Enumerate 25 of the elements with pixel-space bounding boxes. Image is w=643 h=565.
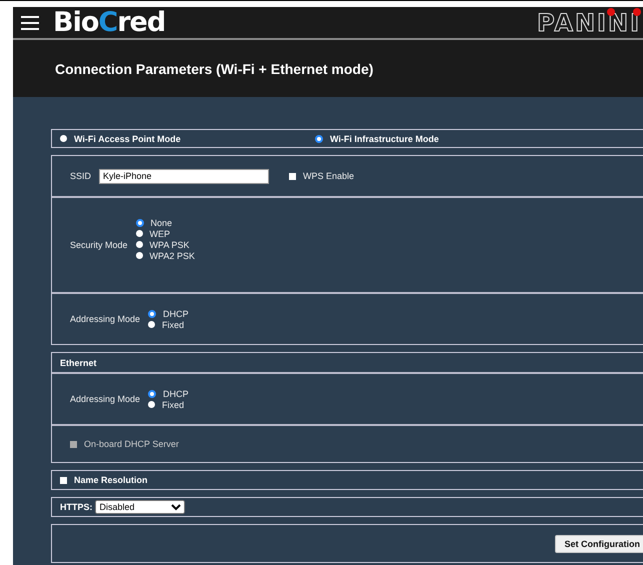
radio-option[interactable]: WPA PSK [136, 240, 195, 250]
radio-option[interactable]: DHCP [148, 308, 189, 318]
radio-option[interactable]: Wi-Fi Access Point Mode [60, 134, 307, 144]
checkbox-option[interactable]: WPS Enable [289, 171, 354, 181]
ssid-field[interactable]: Kyle-iPhone [99, 168, 270, 184]
field-label: Addressing Mode [70, 314, 140, 324]
https-select[interactable]: Disabled [94, 500, 184, 514]
radio-option[interactable]: WPA2 PSK [136, 250, 195, 260]
field-label: Addressing Mode [70, 394, 140, 404]
brand-logo: BioCred [53, 9, 166, 36]
radio-option[interactable]: Wi-Fi Infrastructure Mode [315, 134, 439, 144]
radio-option[interactable]: WEP [136, 228, 195, 238]
radio-option[interactable]: None [136, 218, 195, 228]
menu-icon[interactable] [21, 16, 39, 30]
radio-option[interactable]: Fixed [148, 400, 189, 410]
field-label: Security Mode [70, 240, 128, 250]
radio-option[interactable]: Fixed [148, 320, 189, 330]
field-label: SSID [70, 171, 92, 181]
section-title: Ethernet [60, 358, 97, 368]
set-configuration-button[interactable]: Set Configuration [554, 534, 643, 552]
partner-logo: PANINI [537, 10, 641, 34]
checkbox-option[interactable]: Name Resolution [60, 475, 148, 485]
field-label: HTTPS: [60, 502, 92, 512]
radio-option[interactable]: DHCP [148, 388, 189, 398]
page-title: Connection Parameters (Wi-Fi + Ethernet mode) [55, 60, 374, 76]
